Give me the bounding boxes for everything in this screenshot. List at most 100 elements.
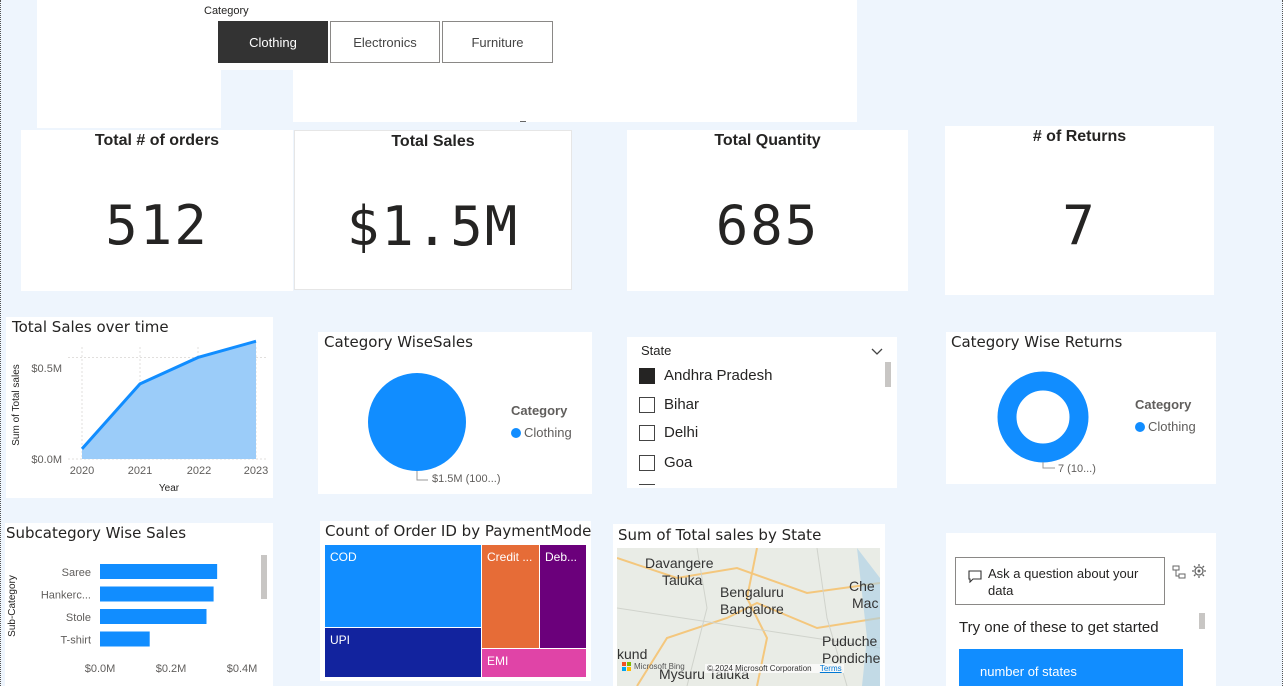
checkbox[interactable] bbox=[639, 454, 655, 471]
visual-title: Count of Order ID by PaymentMode bbox=[325, 522, 592, 540]
treemap-tile-upi[interactable]: UPI bbox=[325, 628, 481, 677]
resize-handle[interactable] bbox=[520, 121, 526, 122]
legend-title: Category bbox=[511, 403, 568, 418]
map-canvas[interactable]: Davangere Taluka Bengaluru Bangalore Che… bbox=[617, 548, 880, 686]
map-logo: Microsoft Bing bbox=[622, 662, 685, 671]
slicer-header: State bbox=[641, 343, 672, 358]
category-sales-visual[interactable]: Category WiseSales $1.5M (100...) Catego… bbox=[318, 332, 592, 494]
map-place-label: Puduche bbox=[822, 633, 878, 649]
slicer-panel-right bbox=[573, 0, 857, 122]
slicer-item-delhi[interactable]: Delhi bbox=[639, 424, 698, 441]
x-axis-title: Year bbox=[159, 483, 180, 494]
card-returns: # of Returns 7 bbox=[945, 126, 1214, 295]
card-value: $1.5M bbox=[346, 195, 520, 258]
x-tick-label: 2023 bbox=[244, 465, 268, 477]
donut-slice-clothing bbox=[997, 371, 1089, 463]
map-attribution: © 2024 Microsoft Corporation Terms bbox=[705, 664, 844, 673]
x-tick-label: $0.0M bbox=[85, 663, 116, 675]
sales-over-time-visual[interactable]: Total Sales over time $0.5M $0.0M 2020 2… bbox=[6, 317, 273, 498]
treemap-tile-debit[interactable]: Deb... bbox=[540, 545, 586, 648]
y-tick-label: Hankerc... bbox=[41, 590, 91, 602]
chevron-down-icon[interactable] bbox=[871, 343, 883, 355]
partial-checkbox bbox=[639, 484, 655, 488]
bar bbox=[100, 609, 207, 624]
slicer-clothing-button[interactable]: Clothing bbox=[218, 21, 328, 63]
card-title: Total Quantity bbox=[714, 132, 821, 149]
slicer-item-andhra-pradesh[interactable]: Andhra Pradesh bbox=[639, 367, 772, 384]
legend-item-clothing[interactable]: Clothing bbox=[511, 425, 572, 440]
map-place-label: Mac bbox=[852, 595, 879, 611]
scrollbar-thumb[interactable] bbox=[1199, 613, 1205, 629]
qa-visual: Ask a question about your data Try one o… bbox=[946, 533, 1216, 686]
suggestion-label: number of states bbox=[980, 664, 1077, 679]
bar bbox=[100, 586, 214, 602]
item-label: Goa bbox=[664, 454, 693, 471]
legend-dot bbox=[1135, 421, 1145, 432]
microsoft-logo-icon bbox=[622, 662, 631, 671]
category-slicer-panel bbox=[37, 0, 221, 128]
y-tick-label: $0.0M bbox=[31, 454, 62, 466]
card-title: # of Returns bbox=[1032, 128, 1127, 145]
map-logo-text: Microsoft Bing bbox=[634, 662, 685, 671]
y-axis-title: Sub-Category bbox=[7, 575, 18, 637]
category-returns-visual[interactable]: Category Wise Returns 7 (10...) Category… bbox=[946, 332, 1216, 484]
slicer-furniture-button[interactable]: Furniture bbox=[442, 21, 553, 63]
y-tick-label: Stole bbox=[66, 612, 91, 624]
state-slicer: State Andhra Pradesh Bihar Delhi Goa bbox=[627, 337, 897, 488]
map-place-label: Che bbox=[849, 578, 875, 594]
checkbox[interactable] bbox=[639, 396, 655, 413]
gear-icon[interactable] bbox=[1192, 563, 1206, 578]
x-tick-label: $0.2M bbox=[156, 663, 187, 675]
qa-input[interactable]: Ask a question about your data bbox=[955, 557, 1165, 605]
checkbox[interactable] bbox=[639, 367, 655, 384]
item-label: Bihar bbox=[664, 396, 700, 413]
card-value: 512 bbox=[105, 194, 209, 257]
category-slicer-label: Category bbox=[204, 5, 249, 17]
bar-chart: Sub-Category $0.0M $0.2M $0.4M Saree Hank… bbox=[7, 555, 267, 675]
visual-title: Sum of Total sales by State bbox=[618, 526, 822, 544]
attribution-text: © 2024 Microsoft Corporation bbox=[707, 664, 812, 673]
card-total-quantity: Total Quantity 685 bbox=[627, 130, 908, 291]
y-tick-label: T-shirt bbox=[60, 635, 91, 647]
qa-prompt: Try one of these to get started bbox=[959, 619, 1159, 636]
treemap-tile-credit[interactable]: Credit ... bbox=[482, 545, 539, 648]
bar bbox=[100, 564, 218, 579]
checkbox[interactable] bbox=[639, 424, 655, 441]
chat-icon bbox=[968, 568, 982, 584]
slicer-item-bihar[interactable]: Bihar bbox=[639, 396, 699, 413]
slicer-item-goa[interactable]: Goa bbox=[639, 454, 692, 471]
scrollbar-thumb bbox=[261, 555, 267, 599]
y-axis-title: Sum of Total sales bbox=[11, 364, 22, 446]
x-tick-label: $0.4M bbox=[227, 663, 258, 675]
treemap-tile-cod[interactable]: COD bbox=[325, 545, 481, 627]
legend-label: Clothing bbox=[524, 425, 572, 440]
data-label: $1.5M (100...) bbox=[432, 473, 500, 485]
payment-mode-visual[interactable]: Count of Order ID by PaymentMode COD UPI… bbox=[320, 521, 591, 681]
legend-title: Category bbox=[1135, 397, 1192, 412]
area-fill bbox=[82, 341, 256, 459]
data-label: 7 (10...) bbox=[1058, 463, 1096, 475]
pie-slice-clothing bbox=[368, 373, 466, 471]
terms-link[interactable]: Terms bbox=[820, 664, 842, 673]
y-tick-label: Saree bbox=[62, 567, 91, 579]
map-visual[interactable]: Sum of Total sales by State Davangere Ta… bbox=[613, 524, 885, 686]
item-label: Delhi bbox=[664, 424, 699, 441]
slicer-blank-panel bbox=[293, 70, 573, 122]
map-place-label: Bangalore bbox=[720, 601, 784, 617]
legend-dot bbox=[511, 427, 521, 438]
hierarchy-icon[interactable] bbox=[1172, 564, 1186, 579]
slicer-electronics-button[interactable]: Electronics bbox=[330, 21, 440, 63]
legend-item-clothing[interactable]: Clothing bbox=[1135, 419, 1196, 434]
qa-suggestion-button[interactable]: number of states bbox=[959, 649, 1183, 686]
treemap-tile-emi[interactable]: EMI bbox=[482, 649, 586, 677]
card-total-sales: Total Sales $1.5M bbox=[294, 130, 572, 290]
x-tick-label: 2022 bbox=[187, 465, 211, 477]
map-place-label: kund bbox=[617, 646, 648, 662]
qa-placeholder: Ask a question about your data bbox=[988, 566, 1139, 598]
y-tick-label: $0.5M bbox=[31, 363, 62, 375]
subcategory-sales-visual[interactable]: Subcategory Wise Sales Sub-Category $0.0… bbox=[5, 523, 273, 686]
map-place-label: Taluka bbox=[662, 572, 703, 588]
label-leader-line bbox=[416, 471, 428, 481]
card-value: 685 bbox=[715, 194, 820, 257]
scrollbar-thumb[interactable] bbox=[885, 362, 891, 387]
